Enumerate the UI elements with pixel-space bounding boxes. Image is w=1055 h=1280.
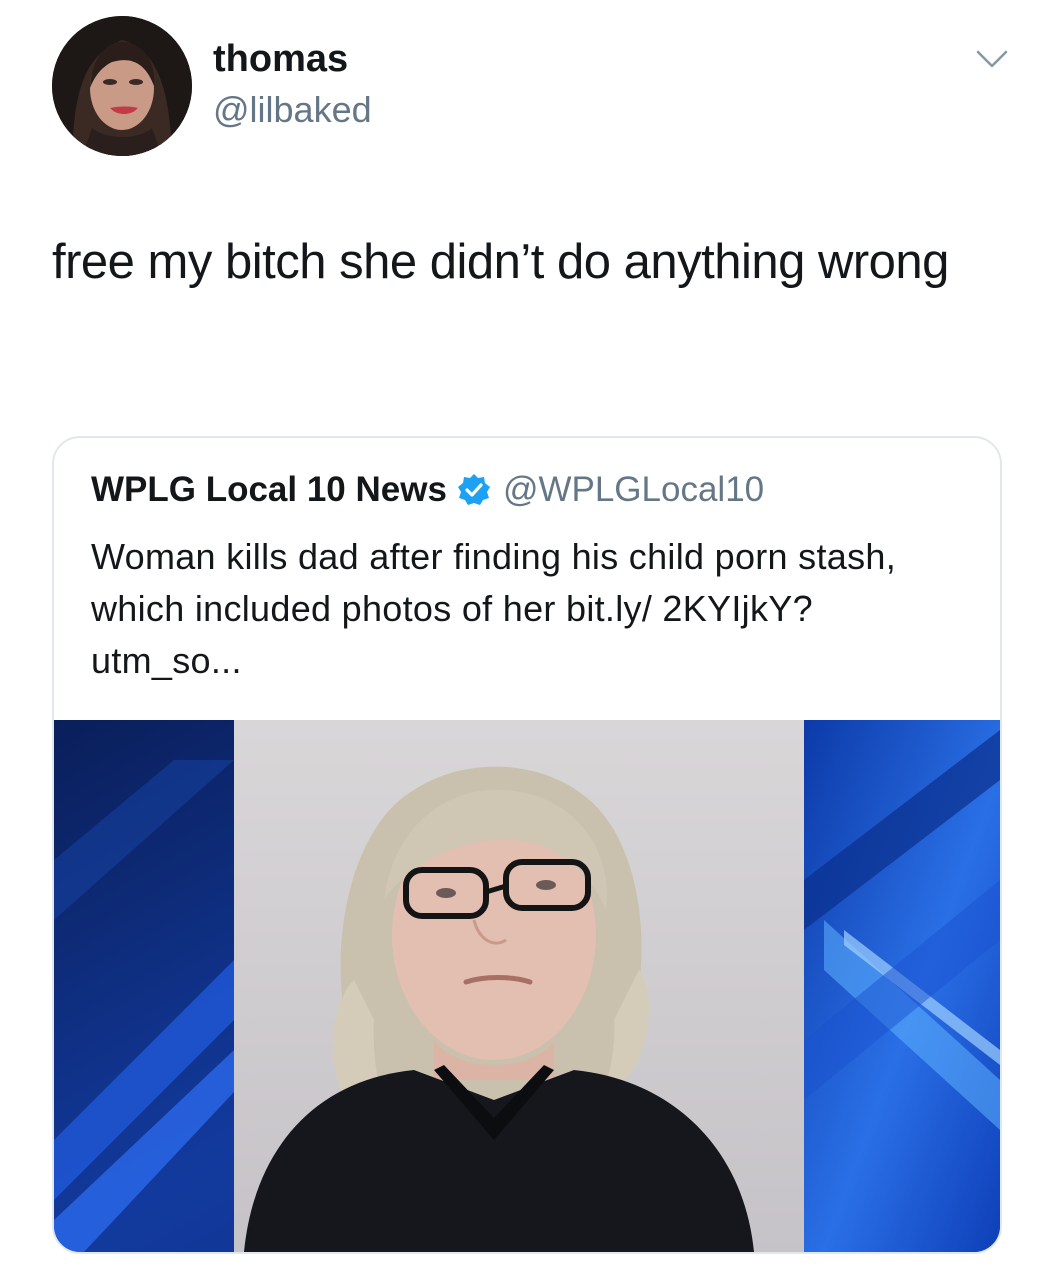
quoted-tweet-card[interactable]: WPLG Local 10 News @WPLGLocal10 Woman ki…: [52, 436, 1002, 1254]
avatar[interactable]: [52, 16, 192, 156]
tweet-text: free my bitch she didn’t do anything wro…: [52, 235, 949, 289]
chevron-down-icon[interactable]: [975, 48, 1009, 70]
quoted-author-handle[interactable]: @WPLGLocal10: [503, 470, 764, 510]
author-display-name[interactable]: thomas: [213, 40, 348, 78]
verified-badge-icon: [457, 474, 490, 505]
quoted-tweet-text: Woman kills dad after finding his child …: [91, 536, 897, 681]
profile-photo: [52, 16, 192, 156]
author-handle[interactable]: @lilbaked: [213, 92, 372, 128]
quoted-tweet-header: WPLG Local 10 News @WPLGLocal10: [91, 470, 764, 510]
news-photo[interactable]: [54, 720, 1000, 1252]
quoted-author-name[interactable]: WPLG Local 10 News: [91, 470, 447, 510]
